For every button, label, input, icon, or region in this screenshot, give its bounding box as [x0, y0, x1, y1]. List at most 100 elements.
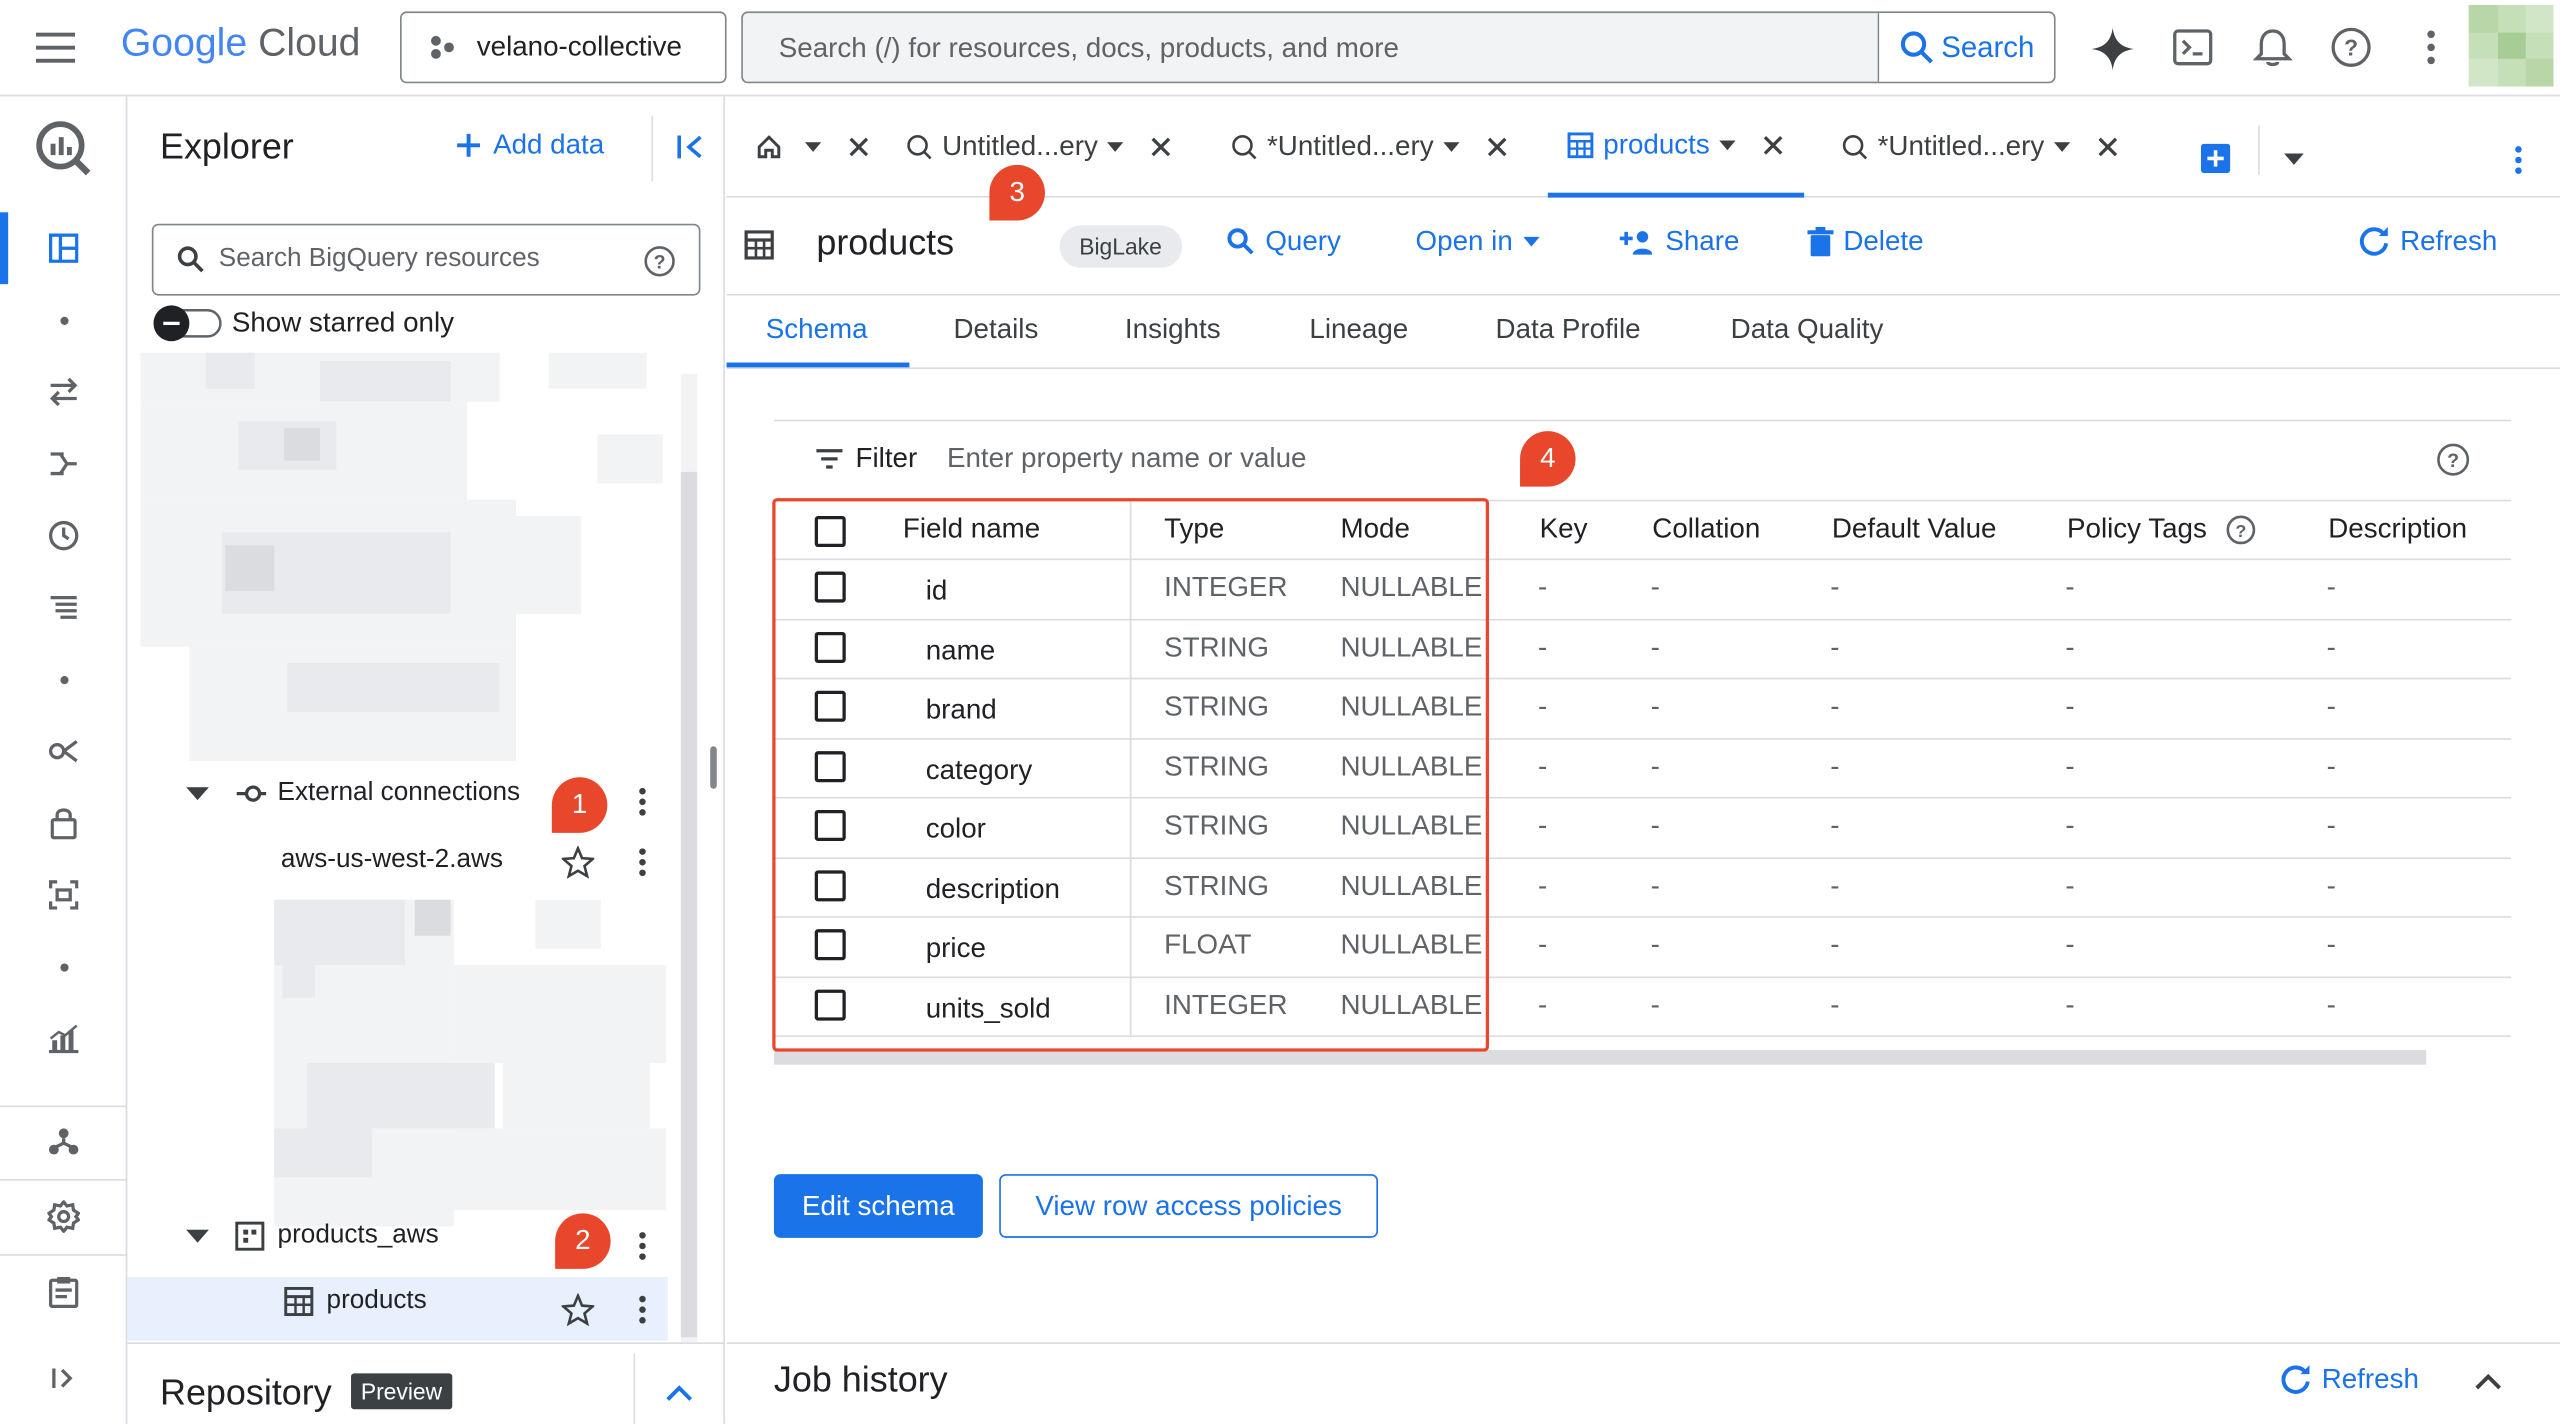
tab-untitled-query-2[interactable]: *Untitled...ery	[1231, 96, 1509, 197]
refresh-button[interactable]: Refresh	[2358, 225, 2497, 258]
help-icon[interactable]: ?	[2330, 26, 2372, 68]
more-vert-icon[interactable]	[2514, 145, 2522, 174]
star-outline-icon[interactable]	[561, 845, 595, 879]
star-outline-icon[interactable]	[561, 1293, 595, 1326]
chevron-up-icon[interactable]	[665, 1383, 694, 1403]
tab-insights[interactable]: Insights	[1125, 314, 1221, 347]
schema-scrollbar[interactable]	[773, 1050, 2427, 1065]
more-vert-icon[interactable]	[638, 1231, 646, 1260]
delete-button[interactable]: Delete	[1807, 225, 1924, 258]
google-cloud-logo[interactable]: Google Cloud	[121, 21, 361, 67]
default-value-cell: -	[1830, 809, 1840, 841]
tree-item-dataset-products-aws[interactable]: products_aws	[186, 1221, 439, 1251]
search-resources-input[interactable]: Search BigQuery resources ?	[151, 223, 701, 296]
studio-icon[interactable]	[0, 216, 127, 281]
analytics-hub-icon[interactable]	[0, 719, 127, 784]
avatar[interactable]	[2468, 4, 2554, 87]
expand-rail-icon[interactable]	[0, 1346, 127, 1411]
monitoring-chart-icon[interactable]	[0, 1006, 127, 1071]
job-history-bar[interactable]: Job history Refresh	[726, 1342, 2560, 1424]
page-title: products	[816, 222, 955, 263]
query-icon	[1842, 134, 1868, 160]
collation-cell: -	[1650, 809, 1660, 841]
help-icon[interactable]: ?	[643, 245, 676, 278]
tree-item-external-connections[interactable]: External connections	[186, 779, 520, 808]
lock-icon[interactable]	[0, 790, 127, 855]
tab-lineage[interactable]: Lineage	[1309, 314, 1408, 347]
global-search-input[interactable]: Search (/) for resources, docs, products…	[779, 33, 1399, 66]
panel-resize-handle[interactable]	[710, 746, 717, 789]
job-history-refresh-button[interactable]: Refresh	[2279, 1364, 2419, 1397]
catalog-icon[interactable]	[0, 862, 127, 927]
more-vert-icon[interactable]	[2426, 29, 2436, 65]
tab-schema[interactable]: Schema	[766, 314, 868, 347]
caret-down-icon[interactable]	[186, 787, 209, 801]
transfers-icon[interactable]	[0, 359, 127, 424]
filter-input[interactable]: Enter property name or value	[947, 443, 1306, 476]
starred-toggle[interactable]	[152, 304, 224, 343]
more-vert-icon[interactable]	[638, 787, 646, 816]
tree-item-table-products[interactable]: products	[284, 1287, 427, 1317]
col-header-policy-tags[interactable]: Policy Tags	[2067, 513, 2207, 546]
tab-products[interactable]: products	[1547, 96, 1805, 198]
new-tab-plus-icon[interactable]	[2200, 143, 2231, 174]
col-header-collation[interactable]: Collation	[1652, 513, 1760, 546]
default-value-cell: -	[1830, 690, 1840, 722]
edit-schema-button[interactable]: Edit schema	[773, 1174, 983, 1238]
default-value-cell: -	[1830, 988, 1840, 1020]
tree-item-aws-connection[interactable]: aws-us-west-2.aws	[281, 846, 503, 875]
share-button[interactable]: Share	[1619, 225, 1739, 258]
col-header-key[interactable]: Key	[1540, 513, 1588, 546]
menu-icon[interactable]	[35, 29, 76, 65]
search-button[interactable]: Search	[1877, 13, 2054, 82]
bigquery-logo-icon[interactable]	[0, 113, 127, 185]
chevron-up-icon[interactable]	[2474, 1372, 2503, 1392]
col-header-description[interactable]: Description	[2328, 513, 2467, 546]
tab-data-quality[interactable]: Data Quality	[1731, 314, 1884, 347]
partner-center-icon[interactable]	[0, 1109, 127, 1174]
explorer-scrollbar-thumb[interactable]	[680, 471, 698, 1338]
project-selector[interactable]: velano-collective	[400, 11, 727, 84]
caret-down-icon[interactable]	[2054, 142, 2071, 152]
tab-home[interactable]	[756, 96, 870, 197]
close-icon[interactable]	[1150, 136, 1173, 159]
view-row-access-policies-button[interactable]: View row access policies	[999, 1174, 1378, 1238]
col-header-default-value[interactable]: Default Value	[1832, 513, 1997, 546]
description-cell: -	[2326, 571, 2336, 603]
global-search[interactable]: Search (/) for resources, docs, products…	[741, 11, 2056, 84]
close-icon[interactable]	[2096, 136, 2119, 159]
caret-down-icon[interactable]	[186, 1229, 209, 1243]
caret-down-icon[interactable]	[804, 142, 822, 152]
tabs-overflow-caret-icon[interactable]	[2284, 153, 2304, 165]
gemini-sparkle-icon[interactable]	[2090, 26, 2136, 72]
add-data-button[interactable]: Add data	[454, 129, 604, 162]
notifications-bell-icon[interactable]	[2253, 26, 2293, 68]
settings-gear-icon[interactable]	[0, 1184, 127, 1249]
policy-tags-cell: -	[2065, 750, 2075, 782]
query-button[interactable]: Query	[1226, 225, 1341, 258]
more-vert-icon[interactable]	[638, 848, 646, 877]
collapse-panel-icon[interactable]	[676, 132, 705, 161]
caret-down-icon[interactable]	[1107, 142, 1125, 152]
description-cell: -	[2326, 631, 2336, 663]
release-notes-icon[interactable]	[0, 1259, 127, 1324]
tab-data-profile[interactable]: Data Profile	[1496, 314, 1641, 347]
help-icon[interactable]: ?	[2436, 443, 2470, 477]
help-icon[interactable]: ?	[2225, 514, 2256, 545]
step-badge-2: 2	[555, 1213, 611, 1269]
tab-details[interactable]: Details	[953, 314, 1038, 347]
close-icon[interactable]	[1486, 136, 1509, 159]
open-in-button[interactable]: Open in	[1416, 225, 1539, 258]
pipelines-icon[interactable]	[0, 431, 127, 496]
more-vert-icon[interactable]	[638, 1295, 646, 1324]
cloud-shell-icon[interactable]	[2171, 28, 2213, 67]
tab-untitled-query-3[interactable]: *Untitled...ery	[1842, 96, 2120, 197]
close-icon[interactable]	[1762, 133, 1785, 156]
scheduled-queries-clock-icon[interactable]	[0, 503, 127, 568]
list-icon[interactable]	[0, 575, 127, 640]
caret-down-icon[interactable]	[1719, 139, 1736, 150]
caret-down-icon[interactable]	[1443, 142, 1460, 152]
subtabs-divider	[726, 367, 2560, 370]
tab-label: *Untitled...ery	[1266, 130, 1434, 162]
close-icon[interactable]	[847, 136, 870, 159]
